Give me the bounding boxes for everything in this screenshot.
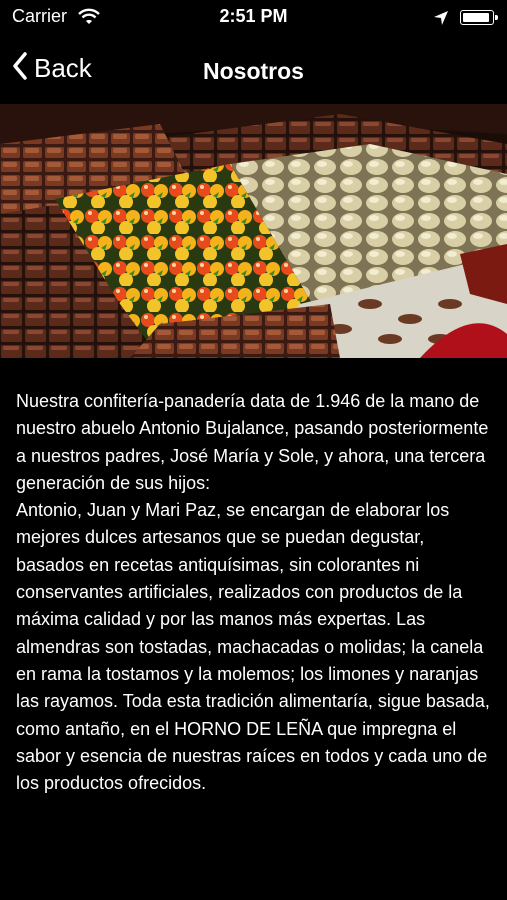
- about-text: Nuestra confitería-panadería data de 1.9…: [16, 391, 490, 794]
- battery-icon: [460, 10, 498, 25]
- navigation-bar: Back Nosotros: [0, 36, 507, 104]
- page-title: Nosotros: [203, 58, 304, 84]
- status-bar: Carrier 2:51 PM: [0, 0, 507, 36]
- hero-image: [0, 104, 507, 358]
- battery-fill: [463, 13, 489, 22]
- location-arrow-icon: [433, 10, 449, 31]
- battery-nub: [495, 15, 498, 20]
- status-time: 2:51 PM: [219, 6, 288, 26]
